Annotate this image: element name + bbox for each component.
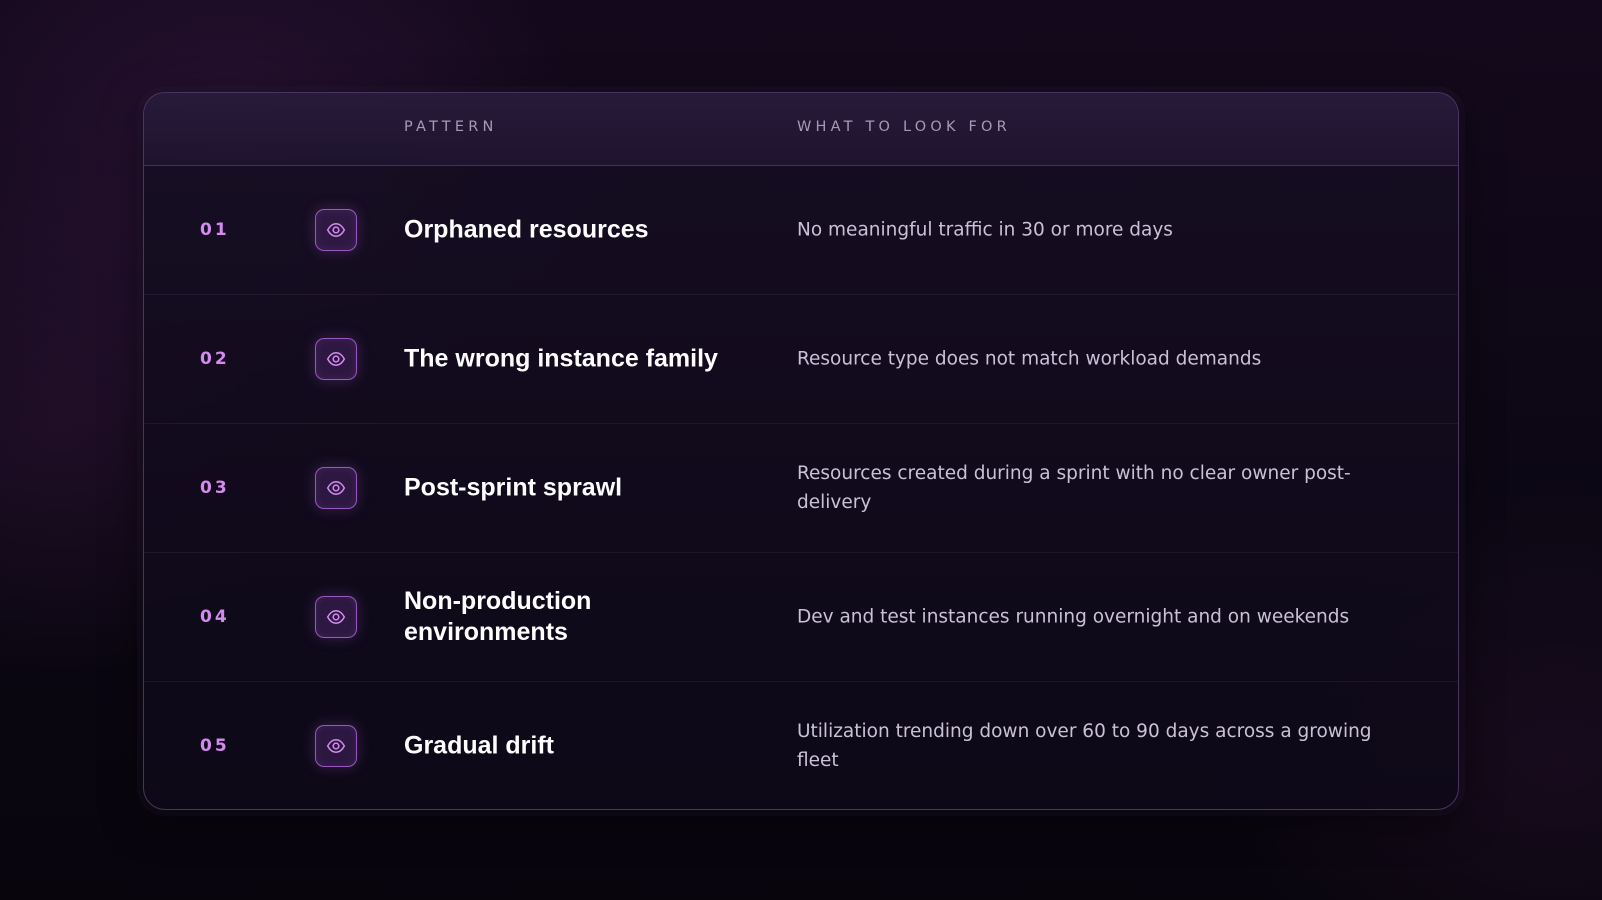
row-number: 01 bbox=[200, 220, 230, 240]
pattern-description: Utilization trending down over 60 to 90 … bbox=[797, 721, 1372, 771]
eye-icon bbox=[315, 467, 357, 509]
table-row: 04 Non-production environments Dev and t… bbox=[144, 553, 1458, 682]
pattern-title: Gradual drift bbox=[404, 731, 555, 760]
pattern-description: Resources created during a sprint with n… bbox=[797, 463, 1351, 513]
table-row: 03 Post-sprint sprawl Resources created … bbox=[144, 424, 1458, 553]
pattern-description: No meaningful traffic in 30 or more days bbox=[797, 219, 1173, 241]
patterns-table: PATTERN WHAT TO LOOK FOR 01 Orphaned res… bbox=[143, 92, 1459, 810]
pattern-title: The wrong instance family bbox=[404, 344, 718, 373]
row-number: 04 bbox=[200, 607, 230, 627]
table-header: PATTERN WHAT TO LOOK FOR bbox=[144, 93, 1458, 166]
pattern-title: Post-sprint sprawl bbox=[404, 473, 623, 502]
pattern-title: Non-production environments bbox=[404, 587, 592, 646]
eye-icon bbox=[315, 338, 357, 380]
column-header-pattern: PATTERN bbox=[404, 119, 498, 135]
eye-icon bbox=[315, 209, 357, 251]
row-number: 03 bbox=[200, 478, 230, 498]
table-row: 05 Gradual drift Utilization trending do… bbox=[144, 682, 1458, 809]
pattern-description: Resource type does not match workload de… bbox=[797, 348, 1262, 370]
table-row: 01 Orphaned resources No meaningful traf… bbox=[144, 166, 1458, 295]
table-row: 02 The wrong instance family Resource ty… bbox=[144, 295, 1458, 424]
column-header-what-to-look-for: WHAT TO LOOK FOR bbox=[797, 119, 1011, 135]
pattern-title: Orphaned resources bbox=[404, 215, 649, 244]
eye-icon bbox=[315, 725, 357, 767]
pattern-description: Dev and test instances running overnight… bbox=[797, 606, 1350, 628]
eye-icon bbox=[315, 596, 357, 638]
row-number: 05 bbox=[200, 736, 230, 756]
row-number: 02 bbox=[200, 349, 230, 369]
